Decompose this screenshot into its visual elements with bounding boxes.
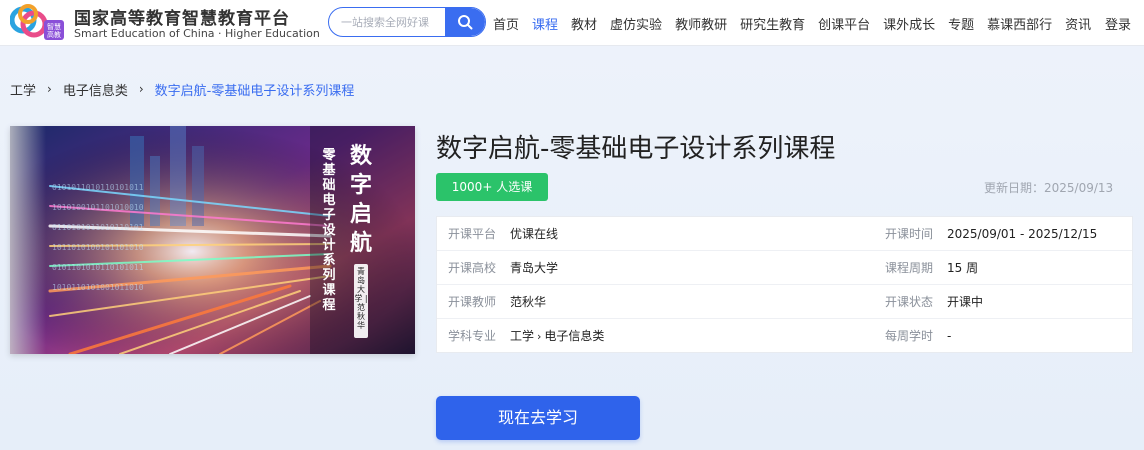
svg-text:智慧: 智慧 — [47, 22, 61, 31]
period-value: 15 周 — [947, 261, 979, 275]
svg-text:1011010100101101010: 1011010100101101010 — [52, 243, 144, 252]
breadcrumb-item-subject[interactable]: 工学 — [10, 80, 36, 99]
time-value: 2025/09/01 - 2025/12/15 — [947, 227, 1098, 241]
search-button[interactable] — [445, 8, 485, 36]
svg-text:1010110101001011010: 1010110101001011010 — [52, 283, 144, 292]
nav-item-8[interactable]: 专题 — [948, 14, 974, 33]
status-label: 开课状态 — [885, 295, 934, 309]
info-row: 开课教师 范秋华 开课状态 开课中 — [437, 285, 1132, 319]
breadcrumb-item-current: 数字启航-零基础电子设计系列课程 — [154, 83, 355, 99]
main-nav: 首页 课程 教材 虚仿实验 教师教研 研究生教育 创课平台 课外成长 专题 慕课西部行 资讯 — [493, 0, 1104, 46]
cover-title: 数字启航 — [349, 144, 372, 256]
subject-value: 工学 › 电子信息类 — [510, 319, 604, 354]
subject-sub[interactable]: 电子信息类 — [544, 329, 604, 343]
info-row: 学科专业 工学 › 电子信息类 每周学时 - — [437, 319, 1132, 353]
nav-item-9[interactable]: 慕课西部行 — [987, 14, 1052, 33]
search-icon — [458, 15, 473, 30]
subject-label: 学科专业 — [448, 329, 497, 343]
top-header: 智慧 高教 国家高等教育智慧教育平台 Smart Education of Ch… — [0, 0, 1144, 46]
course-title: 数字启航-零基础电子设计系列课程 — [436, 134, 836, 164]
breadcrumb: 工学 › 电子信息类 › 数字启航-零基础电子设计系列课程 — [10, 80, 355, 99]
info-row: 开课平台 优课在线 开课时间 2025/09/01 - 2025/12/15 — [437, 217, 1132, 251]
school-label: 开课高校 — [448, 261, 497, 275]
nav-item-6[interactable]: 创课平台 — [818, 14, 870, 33]
chevron-right-icon: › — [138, 82, 144, 96]
subject-main[interactable]: 工学 — [510, 329, 534, 343]
nav-item-7[interactable]: 课外成长 — [883, 14, 935, 33]
platform-logo-icon[interactable]: 智慧 高教 — [9, 2, 66, 44]
nav-item-4[interactable]: 教师教研 — [675, 14, 727, 33]
nav-item-2[interactable]: 教材 — [571, 14, 597, 33]
svg-text:0101101010110101011: 0101101010110101011 — [52, 263, 144, 272]
brand-subtitle: Smart Education of China · Higher Educat… — [74, 27, 320, 40]
teacher-label: 开课教师 — [448, 295, 497, 309]
info-row: 开课高校 青岛大学 课程周期 15 周 — [437, 251, 1132, 285]
hours-label: 每周学时 — [885, 329, 934, 343]
nav-item-5[interactable]: 研究生教育 — [740, 14, 805, 33]
time-label: 开课时间 — [885, 227, 934, 241]
breadcrumb-item-category[interactable]: 电子信息类 — [63, 80, 128, 99]
start-learning-button[interactable]: 现在去学习 — [436, 396, 640, 440]
nav-item-0[interactable]: 首页 — [493, 14, 519, 33]
chevron-right-icon: › — [537, 330, 542, 343]
cover-subtitle: 零基础电子设计系列课程 — [322, 148, 336, 313]
nav-item-3[interactable]: 虚仿实验 — [610, 14, 662, 33]
svg-text:1010100101101010010: 1010100101101010010 — [52, 203, 144, 212]
enrolled-badge: 1000+ 人选课 — [436, 173, 548, 201]
svg-text:0110101011010110101: 0110101011010110101 — [52, 223, 144, 232]
nav-item-10[interactable]: 资讯 — [1065, 14, 1091, 33]
nav-item-1[interactable]: 课程 — [532, 14, 558, 33]
platform-label: 开课平台 — [448, 227, 497, 241]
search-input[interactable] — [329, 8, 447, 36]
brand-title: 国家高等教育智慧教育平台 — [74, 9, 290, 29]
login-link[interactable]: 登录 — [1105, 14, 1131, 33]
search-box — [328, 7, 486, 37]
svg-text:0101011010110101011: 0101011010110101011 — [52, 183, 144, 192]
period-label: 课程周期 — [885, 261, 934, 275]
status-value: 开课中 — [947, 295, 984, 309]
platform-value: 优课在线 — [510, 227, 559, 241]
course-cover-image: 0101011010110101011 1010100101101010010 … — [10, 126, 415, 354]
update-date: 更新日期：2025/09/13 — [984, 181, 1114, 195]
teacher-value: 范秋华 — [510, 295, 547, 309]
chevron-right-icon: › — [47, 82, 52, 96]
hours-value: - — [947, 329, 952, 343]
school-value: 青岛大学 — [510, 261, 559, 275]
cover-school-teacher: 青岛大学 | 范秋华 — [354, 264, 368, 338]
course-info-table: 开课平台 优课在线 开课时间 2025/09/01 - 2025/12/15 开… — [436, 216, 1133, 353]
svg-text:高教: 高教 — [47, 30, 61, 39]
